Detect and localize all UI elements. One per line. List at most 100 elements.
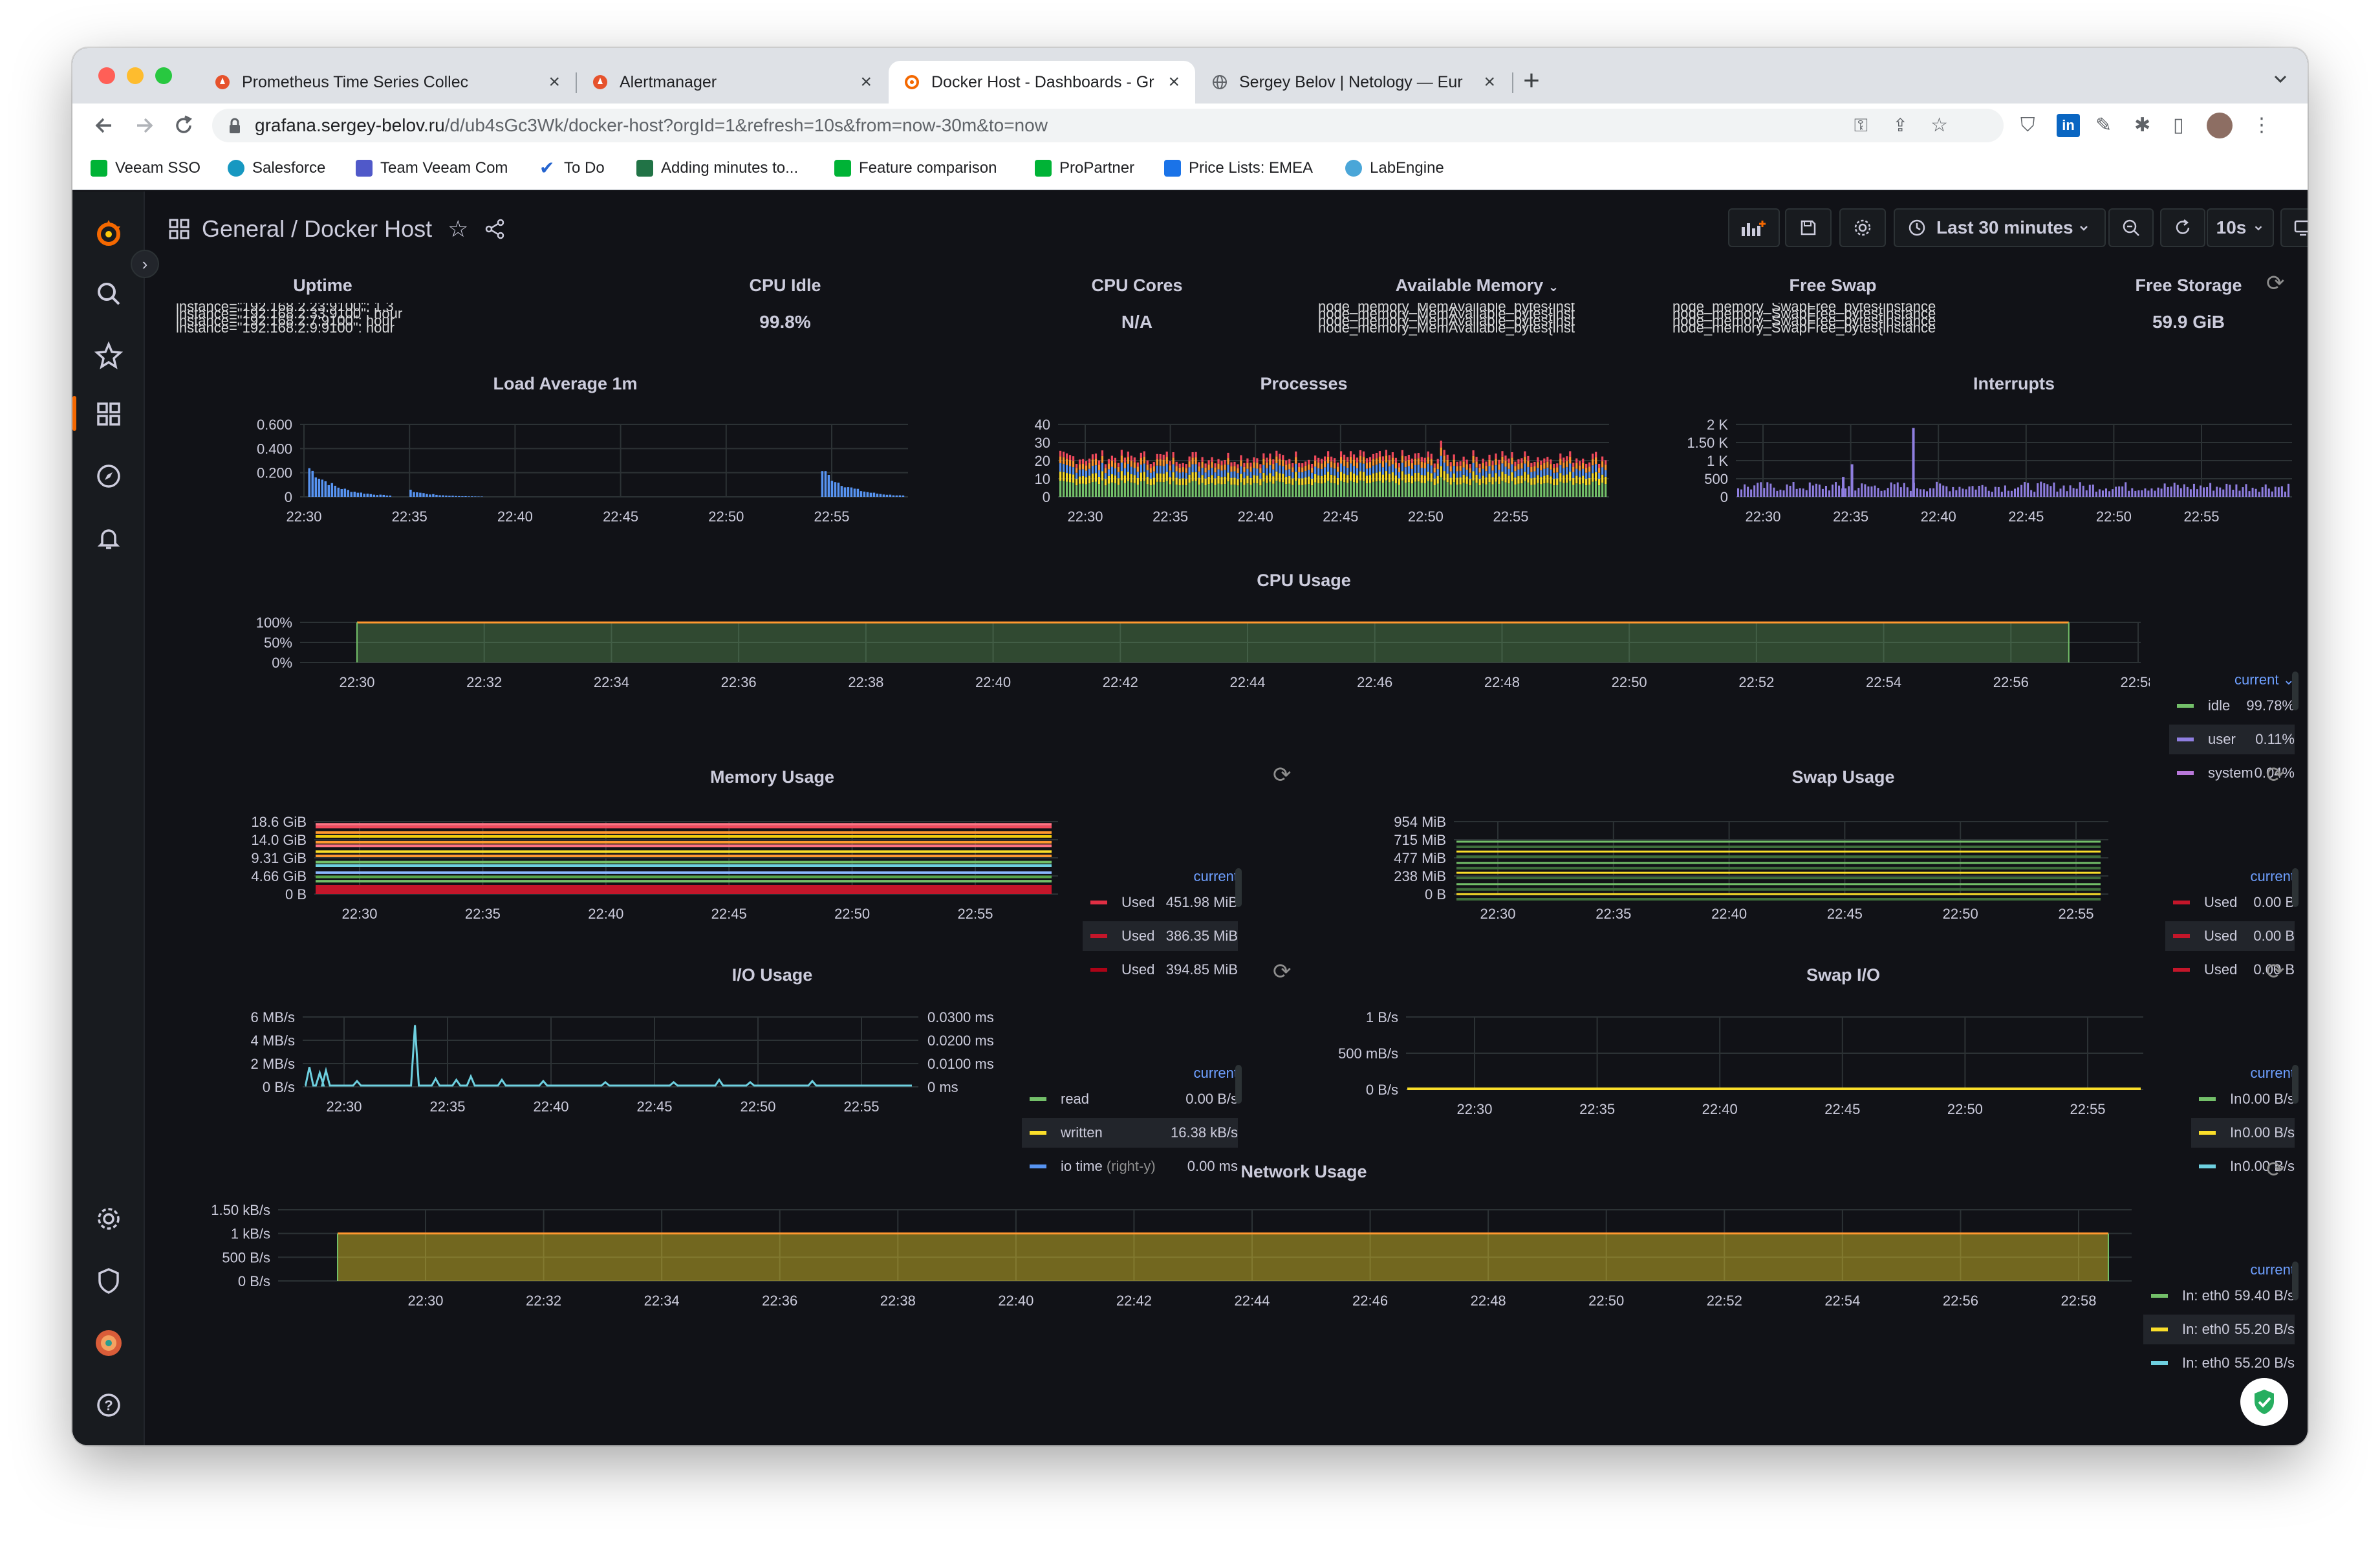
panel-title-cpu-usage[interactable]: CPU Usage bbox=[1142, 571, 1466, 591]
panel-title-swap-usage[interactable]: Swap Usage bbox=[1682, 767, 2005, 787]
configuration-gear-icon[interactable] bbox=[92, 1202, 125, 1236]
legend-item[interactable]: read 0.00 B/s bbox=[1022, 1084, 1238, 1114]
server-admin-shield-icon[interactable] bbox=[92, 1264, 125, 1298]
bookmark-feature-comparison[interactable]: Feature comparison bbox=[834, 159, 997, 177]
legend-scrollbar[interactable] bbox=[1235, 1065, 1242, 1104]
more-menu-icon[interactable]: ⋮ bbox=[2252, 114, 2271, 137]
page-title[interactable]: Docker Host bbox=[304, 215, 432, 243]
user-avatar[interactable] bbox=[92, 1326, 125, 1360]
bookmark-price-lists[interactable]: Price Lists: EMEA bbox=[1164, 159, 1313, 177]
time-range-picker[interactable]: Last 30 minutes bbox=[1894, 208, 2106, 247]
tab-alertmanager[interactable]: Alertmanager × bbox=[577, 61, 887, 104]
starred-icon[interactable] bbox=[92, 339, 125, 373]
save-dashboard-button[interactable] bbox=[1785, 208, 1832, 247]
address-field[interactable]: grafana.sergey-belov.ru/d/ub4sGc3Wk/dock… bbox=[212, 109, 2004, 142]
panel-title-free-swap[interactable]: Free Swap bbox=[1736, 276, 1930, 296]
tab-search-icon[interactable] bbox=[2271, 70, 2289, 88]
tab-netology[interactable]: Sergey Belov | Netology — Eur × bbox=[1196, 61, 1511, 104]
legend-sort-header[interactable]: current bbox=[1194, 1065, 1238, 1082]
refresh-icon[interactable]: ⟳ bbox=[2266, 270, 2285, 296]
legend-sort-header[interactable]: current bbox=[1194, 868, 1238, 885]
close-tab-icon[interactable]: × bbox=[860, 71, 872, 93]
bookmark-star-icon[interactable]: ☆ bbox=[1931, 109, 1948, 142]
close-window-button[interactable] bbox=[98, 67, 115, 84]
legend-item[interactable]: idle 99.78% bbox=[2169, 691, 2295, 721]
panel-title-cpu-cores[interactable]: CPU Cores bbox=[1040, 276, 1234, 296]
legend-item[interactable]: In 0.00 B/s bbox=[2191, 1118, 2295, 1148]
panel-title-load[interactable]: Load Average 1m bbox=[404, 374, 727, 394]
panel-title-swap-io[interactable]: Swap I/O bbox=[1682, 965, 2005, 985]
tv-mode-button[interactable] bbox=[2280, 208, 2308, 247]
close-tab-icon[interactable]: × bbox=[1484, 71, 1495, 93]
legend-item[interactable]: Used 0.00 B bbox=[2165, 921, 2295, 951]
search-icon[interactable] bbox=[92, 277, 125, 311]
panel-title-network-usage[interactable]: Network Usage bbox=[1142, 1162, 1466, 1182]
new-tab-button[interactable]: + bbox=[1513, 65, 1550, 101]
panel-title-free-storage[interactable]: Free Storage bbox=[2092, 276, 2286, 296]
back-button[interactable] bbox=[92, 110, 118, 149]
legend-scrollbar[interactable] bbox=[1235, 868, 1242, 907]
legend-sort-header[interactable]: current bbox=[2251, 1065, 2295, 1082]
share-dashboard-icon[interactable] bbox=[484, 218, 506, 240]
bookmark-adding-minutes[interactable]: Adding minutes to... bbox=[636, 159, 798, 177]
panel-title-processes[interactable]: Processes bbox=[1142, 374, 1466, 394]
linkedin-extension-icon[interactable]: in bbox=[2057, 114, 2080, 137]
panel-title-interrupts[interactable]: Interrupts bbox=[1852, 374, 2176, 394]
refresh-icon[interactable]: ⟳ bbox=[2266, 959, 2285, 985]
alerting-bell-icon[interactable] bbox=[92, 521, 125, 555]
profile-avatar[interactable] bbox=[2207, 113, 2233, 138]
add-panel-button[interactable] bbox=[1728, 208, 1780, 247]
refresh-interval-picker[interactable]: 10s bbox=[2207, 208, 2274, 247]
legend-item[interactable]: Used 394.85 MiB bbox=[1083, 955, 1238, 985]
legend-scrollbar[interactable] bbox=[2292, 868, 2299, 907]
bookmark-veeam-sso[interactable]: Veeam SSO bbox=[91, 159, 200, 177]
legend-item[interactable]: In: eth0 59.40 B/s bbox=[2143, 1281, 2295, 1311]
minimize-window-button[interactable] bbox=[127, 67, 144, 84]
bookmark-propartner[interactable]: ProPartner bbox=[1035, 159, 1134, 177]
panel-title-memory-usage[interactable]: Memory Usage bbox=[611, 767, 934, 787]
legend-item[interactable]: user 0.11% bbox=[2169, 725, 2295, 754]
legend-item[interactable]: Used 451.98 MiB bbox=[1083, 888, 1238, 917]
zoom-window-button[interactable] bbox=[155, 67, 172, 84]
legend-scrollbar[interactable] bbox=[2292, 1065, 2299, 1104]
refresh-icon[interactable]: ⟳ bbox=[1273, 959, 1292, 985]
panel-title-uptime[interactable]: Uptime bbox=[235, 276, 410, 296]
key-icon[interactable]: ⚿ bbox=[1854, 109, 1868, 142]
refresh-dashboard-button[interactable] bbox=[2160, 208, 2205, 247]
forward-button[interactable] bbox=[131, 110, 157, 149]
legend-item[interactable]: Used 386.35 MiB bbox=[1083, 921, 1238, 951]
legend-item[interactable]: In: eth0 55.20 B/s bbox=[2143, 1348, 2295, 1378]
panel-title-cpu-idle[interactable]: CPU Idle bbox=[688, 276, 882, 296]
refresh-icon[interactable]: ⟳ bbox=[2266, 1157, 2285, 1183]
close-tab-icon[interactable]: × bbox=[548, 71, 560, 93]
bookmark-todo[interactable]: ✔ To Do bbox=[539, 159, 605, 177]
tab-docker-host[interactable]: Docker Host - Dashboards - Gr × bbox=[889, 61, 1195, 104]
panel-title-io-usage[interactable]: I/O Usage bbox=[611, 965, 934, 985]
grafana-logo-icon[interactable] bbox=[92, 216, 125, 250]
legend-item[interactable]: In 0.00 B/s bbox=[2191, 1084, 2295, 1114]
refresh-icon[interactable]: ⟳ bbox=[1273, 762, 1292, 788]
bookmark-labengine[interactable]: LabEngine bbox=[1345, 159, 1444, 177]
puzzle-extension-icon[interactable]: ✱ bbox=[2134, 114, 2150, 137]
panel-title-available-memory[interactable]: Available Memory ⌄ bbox=[1309, 276, 1645, 296]
dashboards-icon[interactable] bbox=[92, 397, 125, 431]
help-icon[interactable]: ? bbox=[92, 1388, 125, 1422]
legend-scrollbar[interactable] bbox=[2292, 672, 2299, 710]
dashboard-settings-button[interactable] bbox=[1839, 208, 1886, 247]
refresh-icon[interactable]: ⟳ bbox=[2266, 762, 2285, 788]
bookmark-team-veeam[interactable]: Team Veeam Com bbox=[356, 159, 508, 177]
bookmark-salesforce[interactable]: Salesforce bbox=[228, 159, 325, 177]
legend-item[interactable]: Used 0.00 B bbox=[2165, 888, 2295, 917]
explore-icon[interactable] bbox=[92, 459, 125, 493]
legend-item[interactable]: written 16.38 kB/s bbox=[1022, 1118, 1238, 1148]
legend-sort-header[interactable]: current bbox=[2251, 868, 2295, 885]
pen-extension-icon[interactable]: ✎ bbox=[2095, 114, 2112, 137]
share-icon[interactable]: ⇪ bbox=[1893, 109, 1908, 142]
breadcrumb-folder[interactable]: General bbox=[202, 215, 285, 243]
tab-prometheus[interactable]: Prometheus Time Series Collec × bbox=[199, 61, 576, 104]
star-dashboard-icon[interactable]: ☆ bbox=[448, 215, 468, 243]
shield-extension-icon[interactable]: ⛉ bbox=[2020, 114, 2035, 137]
close-tab-icon[interactable]: × bbox=[1168, 71, 1180, 93]
security-extension-button[interactable] bbox=[2240, 1378, 2288, 1426]
side-panel-icon[interactable]: ▯ bbox=[2173, 114, 2184, 137]
